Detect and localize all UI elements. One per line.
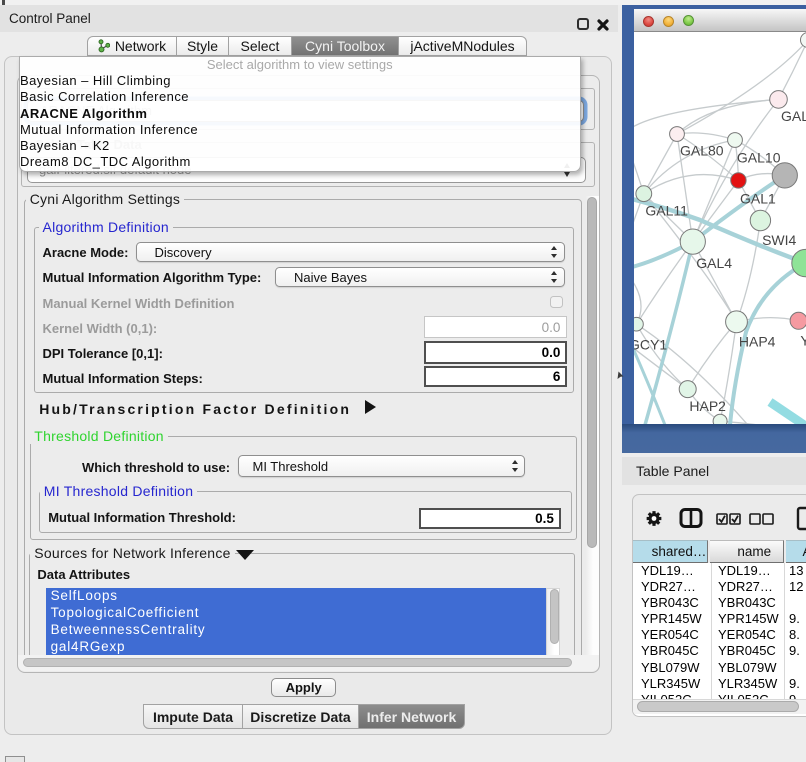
svg-text:GAL1: GAL1 xyxy=(740,190,776,206)
svg-text:SWI4: SWI4 xyxy=(762,232,796,248)
svg-text:GAL80: GAL80 xyxy=(680,143,724,159)
svg-text:HAP2: HAP2 xyxy=(689,398,726,414)
svg-text:GAL4: GAL4 xyxy=(696,255,732,271)
svg-text:HAP4: HAP4 xyxy=(739,333,776,349)
svg-text:GAL2: GAL2 xyxy=(781,108,806,124)
svg-text:YM: YM xyxy=(800,333,806,349)
svg-text:GAL11: GAL11 xyxy=(645,202,688,218)
svg-text:GCY1: GCY1 xyxy=(634,336,667,352)
svg-text:GAL10: GAL10 xyxy=(737,150,781,166)
